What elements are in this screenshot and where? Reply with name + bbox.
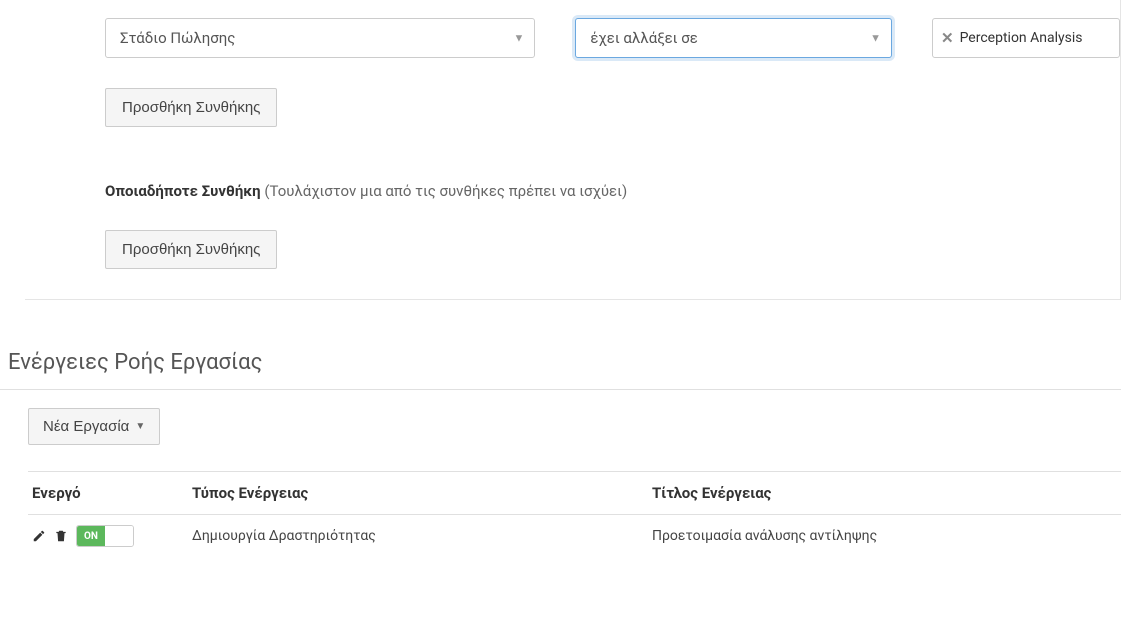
col-header-title: Τίτλος Ενέργειας	[648, 472, 1121, 515]
add-condition-button[interactable]: Προσθήκη Συνθήκης	[105, 230, 277, 269]
col-header-active: Ενεργό	[28, 472, 188, 515]
value-tags-input[interactable]: ✕ Perception Analysis	[932, 18, 1120, 58]
workflow-actions-heading: Ενέργειες Ροής Εργασίας	[0, 350, 1121, 390]
remove-tag-icon[interactable]: ✕	[941, 31, 954, 46]
actions-table: Ενεργό Τύπος Ενέργειας Τίτλος Ενέργειας	[28, 471, 1121, 557]
any-condition-label: Οποιαδήποτε Συνθήκη (Τουλάχιστον μια από…	[25, 127, 1120, 200]
toggle-on-label: ON	[77, 526, 105, 546]
field-select[interactable]: Στάδιο Πώλησης ▼	[105, 18, 535, 58]
chevron-down-icon: ▼	[870, 32, 881, 45]
new-task-button[interactable]: Νέα Εργασία ▼	[28, 408, 160, 445]
trash-icon[interactable]	[54, 529, 68, 543]
table-header-row: Ενεργό Τύπος Ενέργειας Τίτλος Ενέργειας	[28, 472, 1121, 515]
operator-select-value: έχει αλλάξει σε	[590, 29, 698, 47]
chevron-down-icon: ▼	[513, 32, 524, 45]
operator-select[interactable]: έχει αλλάξει σε ▼	[575, 18, 892, 58]
cell-action-type: Δημιουργία Δραστηριότητας	[188, 515, 648, 558]
col-header-type: Τύπος Ενέργειας	[188, 472, 648, 515]
conditions-panel: Στάδιο Πώλησης ▼ έχει αλλάξει σε ▼ ✕ Per…	[25, 0, 1121, 300]
toggle-handle	[105, 526, 133, 546]
value-tag-label: Perception Analysis	[960, 30, 1083, 46]
any-condition-title: Οποιαδήποτε Συνθήκη	[105, 182, 261, 200]
condition-row: Στάδιο Πώλησης ▼ έχει αλλάξει σε ▼ ✕ Per…	[25, 0, 1120, 58]
workflow-actions-section: Νέα Εργασία ▼ Ενεργό Τύπος Ενέργειας Τίτ…	[0, 408, 1121, 557]
cell-action-title: Προετοιμασία ανάλυσης αντίληψης	[648, 515, 1121, 558]
value-tag: ✕ Perception Analysis	[941, 30, 1083, 46]
add-condition-button[interactable]: Προσθήκη Συνθήκης	[105, 88, 277, 127]
field-select-value: Στάδιο Πώλησης	[120, 29, 235, 47]
edit-icon[interactable]	[32, 529, 46, 543]
any-condition-hint: (Τουλάχιστον μια από τις συνθήκες πρέπει…	[264, 182, 627, 200]
new-task-label: Νέα Εργασία	[43, 418, 129, 435]
table-row: ON Δημιουργία Δραστηριότητας Προετοιμασί…	[28, 515, 1121, 558]
row-tools: ON	[32, 525, 134, 547]
add-condition-row-1: Προσθήκη Συνθήκης	[25, 58, 1120, 127]
active-toggle[interactable]: ON	[76, 525, 134, 547]
caret-down-icon: ▼	[135, 421, 145, 432]
add-condition-row-2: Προσθήκη Συνθήκης	[25, 200, 1120, 269]
